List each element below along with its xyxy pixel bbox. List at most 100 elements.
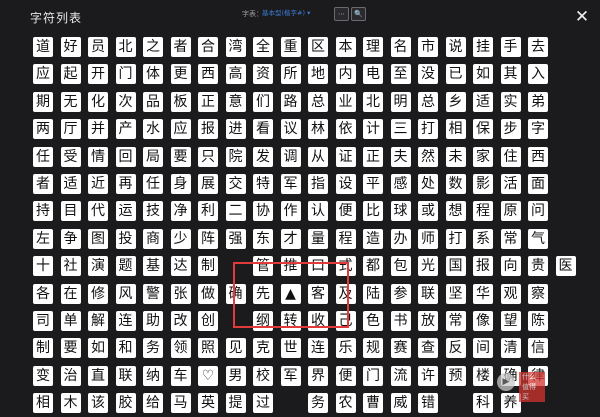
- char-cell[interactable]: 者: [33, 174, 53, 194]
- char-cell[interactable]: 制: [33, 338, 53, 359]
- char-cell[interactable]: 查: [418, 338, 438, 359]
- char-cell[interactable]: 向: [500, 256, 521, 277]
- char-cell[interactable]: 想: [445, 201, 466, 222]
- char-cell[interactable]: 保: [473, 119, 493, 140]
- char-cell[interactable]: 指: [308, 174, 328, 194]
- char-cell[interactable]: 业: [335, 91, 356, 112]
- char-cell[interactable]: 任: [143, 174, 163, 194]
- char-cell[interactable]: 系: [473, 228, 493, 249]
- char-cell[interactable]: 代: [88, 201, 108, 222]
- char-cell[interactable]: 回: [115, 146, 136, 167]
- char-cell[interactable]: 军: [280, 174, 301, 194]
- char-cell[interactable]: 过: [253, 393, 273, 414]
- char-cell[interactable]: 察: [528, 283, 548, 304]
- char-cell[interactable]: 三: [390, 119, 411, 140]
- char-cell[interactable]: 治: [60, 365, 81, 386]
- char-cell[interactable]: 问: [528, 201, 548, 222]
- char-cell[interactable]: 观: [500, 283, 521, 304]
- char-cell[interactable]: 理: [363, 37, 383, 57]
- char-cell[interactable]: 高: [225, 64, 246, 85]
- char-cell[interactable]: 品: [143, 91, 163, 112]
- char-cell[interactable]: 清: [500, 338, 521, 359]
- char-cell[interactable]: 看: [253, 119, 273, 140]
- char-cell[interactable]: 军: [280, 365, 301, 386]
- char-cell[interactable]: 都: [363, 256, 383, 277]
- char-cell[interactable]: 打: [418, 119, 438, 140]
- char-cell[interactable]: 门: [115, 64, 136, 85]
- char-cell[interactable]: 议: [280, 119, 301, 140]
- char-cell[interactable]: 己: [335, 311, 356, 331]
- char-cell[interactable]: 开: [88, 64, 108, 85]
- char-cell[interactable]: 协: [253, 201, 273, 222]
- char-cell[interactable]: 起: [60, 64, 81, 85]
- char-cell[interactable]: 华: [473, 283, 493, 304]
- char-cell[interactable]: 夫: [390, 146, 411, 167]
- char-cell[interactable]: 修: [88, 283, 108, 304]
- char-cell[interactable]: 警: [143, 283, 163, 304]
- char-cell[interactable]: 阵: [198, 228, 218, 249]
- char-cell[interactable]: 地: [308, 64, 328, 85]
- char-cell[interactable]: 期: [33, 91, 53, 112]
- char-cell[interactable]: 望: [500, 311, 521, 331]
- char-cell[interactable]: 像: [473, 311, 493, 331]
- char-cell[interactable]: 进: [225, 119, 246, 140]
- char-cell[interactable]: 活: [500, 174, 521, 194]
- char-cell[interactable]: 报: [198, 119, 218, 140]
- char-cell[interactable]: 科: [473, 393, 493, 414]
- char-cell[interactable]: 比: [363, 201, 383, 222]
- char-cell[interactable]: 然: [418, 146, 438, 167]
- char-cell[interactable]: 至: [390, 64, 411, 85]
- char-cell[interactable]: 湾: [225, 37, 246, 57]
- char-cell[interactable]: 设: [335, 174, 356, 194]
- char-cell[interactable]: 依: [335, 119, 356, 140]
- char-cell[interactable]: 门: [363, 365, 383, 386]
- char-cell[interactable]: 适: [60, 174, 81, 194]
- char-cell[interactable]: 打: [445, 228, 466, 249]
- char-cell[interactable]: 司: [33, 311, 53, 331]
- char-cell[interactable]: 商: [143, 228, 163, 249]
- char-cell[interactable]: 产: [115, 119, 136, 140]
- char-cell[interactable]: 原: [500, 201, 521, 222]
- char-cell[interactable]: 贵: [528, 256, 548, 277]
- char-cell[interactable]: 说: [445, 37, 466, 57]
- char-cell[interactable]: 养: [500, 393, 521, 414]
- char-cell[interactable]: 口: [308, 256, 328, 277]
- char-cell[interactable]: 英: [198, 393, 218, 414]
- char-cell[interactable]: 推: [280, 256, 301, 277]
- char-cell[interactable]: 两: [33, 119, 53, 140]
- char-cell[interactable]: 书: [390, 311, 411, 331]
- char-cell[interactable]: 给: [143, 393, 163, 414]
- char-cell[interactable]: 陆: [363, 283, 383, 304]
- char-cell[interactable]: 目: [60, 201, 81, 222]
- char-cell[interactable]: 造: [363, 228, 383, 249]
- char-cell[interactable]: 面: [528, 174, 548, 194]
- char-cell[interactable]: 见: [225, 338, 246, 359]
- char-cell[interactable]: 重: [280, 37, 301, 57]
- char-cell[interactable]: 未: [445, 146, 466, 167]
- char-cell[interactable]: 国: [445, 256, 466, 277]
- char-cell[interactable]: 变: [33, 365, 53, 386]
- char-cell[interactable]: 适: [473, 91, 493, 112]
- char-cell[interactable]: 客: [308, 283, 328, 304]
- char-cell[interactable]: 本: [335, 37, 356, 57]
- char-cell[interactable]: 好: [60, 37, 81, 57]
- char-cell[interactable]: 北: [363, 91, 383, 112]
- char-cell[interactable]: 应: [170, 119, 191, 140]
- char-cell[interactable]: 包: [390, 256, 411, 277]
- char-cell[interactable]: 调: [280, 146, 301, 167]
- char-cell[interactable]: 电: [363, 64, 383, 85]
- char-cell[interactable]: 从: [308, 146, 328, 167]
- char-cell[interactable]: 东: [253, 228, 273, 249]
- char-cell[interactable]: 并: [88, 119, 108, 140]
- char-cell[interactable]: 许: [418, 365, 438, 386]
- char-cell[interactable]: 师: [418, 228, 438, 249]
- char-cell[interactable]: 正: [198, 91, 218, 112]
- char-cell[interactable]: 流: [390, 365, 411, 386]
- char-cell[interactable]: 转: [280, 311, 301, 331]
- font-select[interactable]: 基本型(楷字#) ▾: [262, 6, 326, 20]
- char-cell[interactable]: 张: [170, 283, 191, 304]
- more-options-button[interactable]: ⋯: [334, 7, 349, 21]
- char-cell[interactable]: 乡: [445, 91, 466, 112]
- char-cell[interactable]: 车: [170, 365, 191, 386]
- char-cell[interactable]: 题: [115, 256, 136, 277]
